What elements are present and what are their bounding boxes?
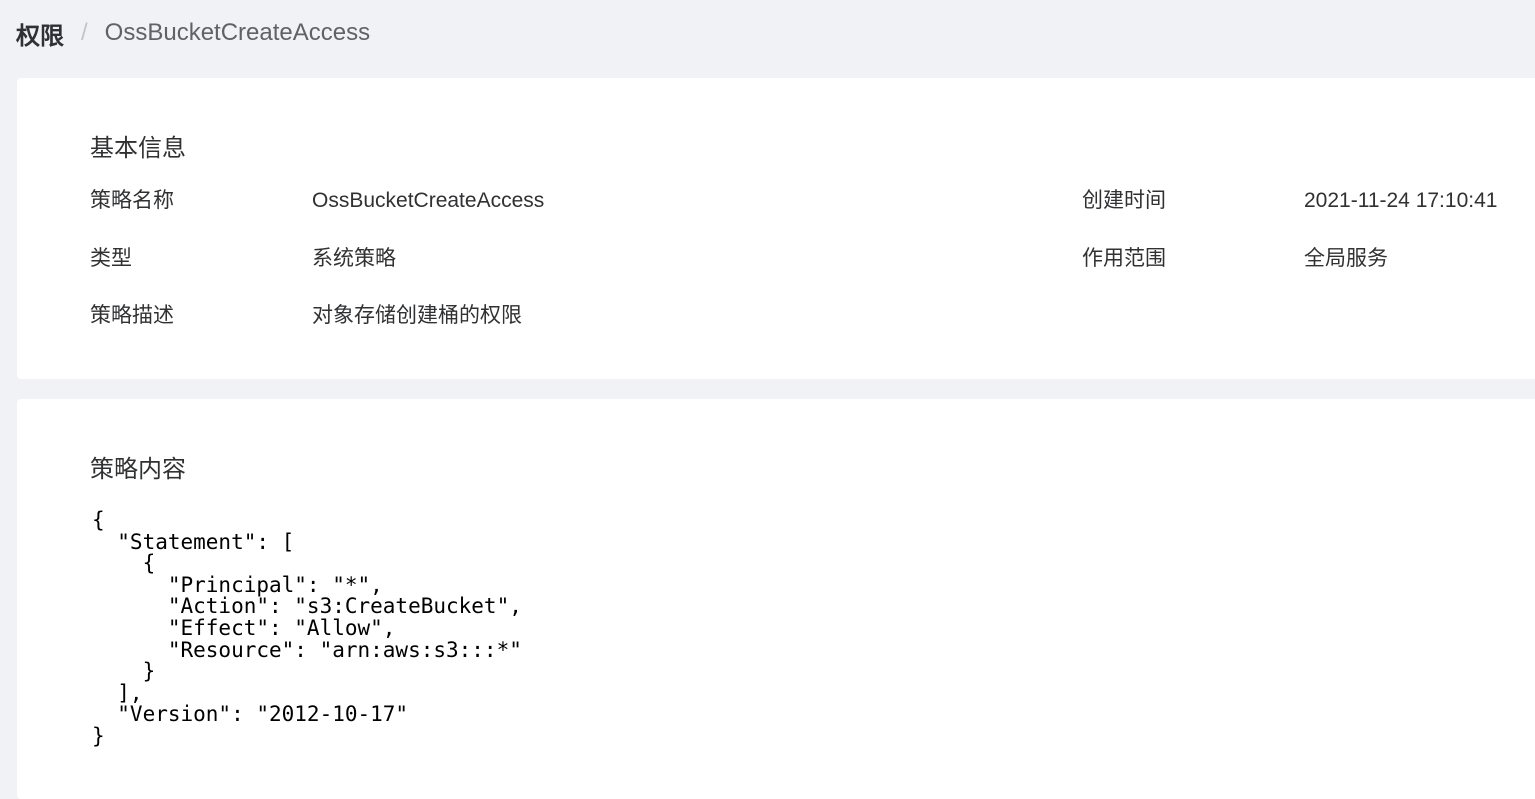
scope-label: 作用范围 [1082,247,1166,270]
scope-value: 全局服务 [1304,247,1388,270]
type-value: 系统策略 [312,247,396,270]
created-time-label: 创建时间 [1082,189,1166,212]
description-label: 策略描述 [90,304,174,327]
policy-name-value: OssBucketCreateAccess [312,189,545,212]
policy-json-code: { "Statement": [ { "Principal": "*", "Ac… [92,508,522,748]
type-label: 类型 [90,247,132,270]
basic-info-title: 基本信息 [90,135,186,162]
policy-content-card: 策略内容 { "Statement": [ { "Principal": "*"… [17,399,1535,799]
policy-name-label: 策略名称 [90,189,174,212]
policy-content-title: 策略内容 [90,456,186,483]
created-time-value: 2021-11-24 17:10:41 [1304,189,1498,212]
breadcrumb-current: OssBucketCreateAccess [104,19,371,46]
description-value: 对象存储创建桶的权限 [312,304,522,327]
breadcrumb: 权限 / OssBucketCreateAccess [16,16,370,50]
breadcrumb-root-permissions[interactable]: 权限 [16,16,64,51]
breadcrumb-separator: / [81,19,88,46]
basic-info-card: 基本信息 策略名称 OssBucketCreateAccess 创建时间 202… [17,78,1535,379]
